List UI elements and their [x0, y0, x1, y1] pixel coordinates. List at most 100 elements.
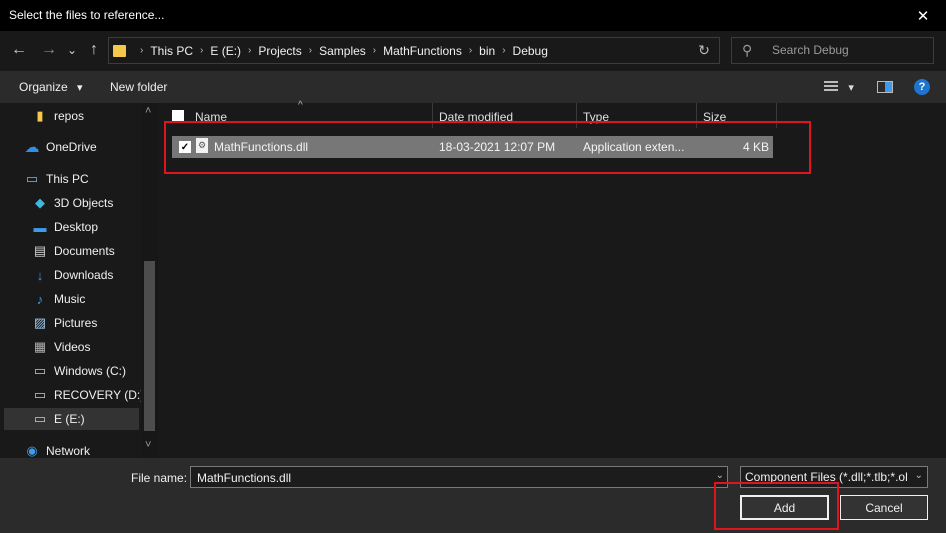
title-bar: Select the files to reference... ✕	[0, 0, 946, 31]
sidebar-item-label: repos	[54, 109, 85, 123]
sidebar-item-documents[interactable]: ▤ Documents	[32, 240, 115, 262]
breadcrumb-separator: ›	[502, 45, 506, 56]
sidebar-item-e-drive[interactable]: ▭ E (E:)	[4, 408, 139, 430]
folder-icon: ▮	[36, 108, 44, 123]
drive-icon: ▭	[33, 363, 47, 378]
sidebar-item-this-pc[interactable]: ▭ This PC	[24, 168, 89, 190]
breadcrumb-separator: ›	[248, 45, 252, 56]
breadcrumb-debug[interactable]: Debug	[510, 44, 551, 58]
close-button[interactable]: ✕	[900, 0, 946, 31]
sidebar-item-label: Documents	[54, 244, 115, 258]
scroll-down-icon[interactable]: ˅	[145, 439, 151, 451]
sidebar-item-label: Videos	[54, 340, 91, 354]
sidebar-item-3d-objects[interactable]: ◆ 3D Objects	[32, 192, 113, 214]
address-bar[interactable]: › This PC › E (E:) › Projects › Samples …	[108, 37, 720, 64]
download-icon: ↓	[36, 267, 44, 283]
organize-button[interactable]: Organize ▾	[19, 80, 83, 94]
highlight-box-file	[164, 121, 811, 174]
sidebar-item-pictures[interactable]: ▨ Pictures	[32, 312, 98, 334]
preview-pane-button[interactable]	[877, 81, 893, 93]
sidebar-item-music[interactable]: ♪ Music	[32, 288, 86, 310]
close-icon: ✕	[916, 7, 930, 25]
breadcrumb-separator: ›	[140, 45, 144, 56]
sidebar-item-windows-c[interactable]: ▭ Windows (C:)	[32, 360, 126, 382]
desktop-icon: ▬	[33, 219, 47, 235]
breadcrumb-mathfunctions[interactable]: MathFunctions	[380, 44, 465, 58]
folder-icon	[113, 44, 126, 57]
file-name-combobox[interactable]: ⌄	[190, 466, 728, 488]
chevron-down-icon: ▾	[77, 82, 83, 94]
breadcrumb-separator: ›	[308, 45, 313, 56]
sidebar-item-label: Music	[54, 292, 86, 306]
cancel-button[interactable]: Cancel	[840, 495, 928, 520]
sidebar-item-label: Network	[46, 444, 91, 458]
toolbar: Organize ▾ New folder ▾ ?	[0, 71, 946, 103]
back-arrow-icon: ←	[11, 41, 27, 58]
breadcrumb: › This PC › E (E:) › Projects › Samples …	[113, 38, 551, 63]
sidebar-item-label: RECOVERY (D:)	[54, 388, 145, 402]
drive-icon: ▭	[33, 387, 47, 402]
sidebar-item-label: This PC	[46, 172, 89, 186]
document-icon: ▤	[33, 243, 47, 258]
search-icon: ⚲	[742, 42, 753, 58]
forward-button[interactable]: →	[39, 40, 59, 60]
sidebar-item-label: Windows (C:)	[54, 364, 127, 378]
file-name-input[interactable]	[195, 470, 699, 486]
cube-icon: ◆	[35, 195, 45, 210]
video-icon: ▦	[33, 339, 47, 354]
chevron-down-icon: ⌄	[914, 470, 923, 481]
breadcrumb-separator: ›	[200, 45, 204, 56]
search-input[interactable]	[770, 42, 929, 58]
highlight-box-add	[714, 482, 839, 530]
navigation-pane: ▮ repos ☁ OneDrive ▭ This PC ◆ 3D Objects ▬ D…	[0, 103, 158, 458]
back-button[interactable]: ←	[9, 40, 29, 60]
computer-icon: ▭	[25, 171, 39, 186]
search-box[interactable]: ⚲	[731, 37, 934, 64]
help-button[interactable]: ?	[914, 79, 930, 95]
details-view-icon	[824, 81, 838, 93]
sidebar-scrollbar[interactable]: ˄ ˅	[141, 103, 158, 458]
sidebar-item-label: E (E:)	[54, 412, 85, 426]
chevron-down-icon[interactable]: ⌄	[716, 470, 724, 481]
help-icon: ?	[918, 81, 926, 93]
breadcrumb-samples[interactable]: Samples	[316, 44, 369, 58]
sidebar-item-label: Desktop	[54, 220, 99, 234]
file-name-label: File name:	[131, 471, 188, 485]
sidebar-item-recovery-d[interactable]: ▭ RECOVERY (D:)	[32, 384, 144, 406]
pictures-icon: ▨	[33, 315, 47, 330]
sidebar-item-network[interactable]: ◉ Network	[24, 440, 90, 458]
sidebar-item-label: Downloads	[54, 268, 114, 282]
navigation-bar: ← → ⌄ ↑ › This PC › E (E:) › Projects › …	[0, 31, 946, 71]
preview-pane-icon	[885, 82, 892, 92]
chevron-down-icon: ⌄	[66, 43, 78, 57]
breadcrumb-separator: ›	[468, 45, 473, 56]
music-icon: ♪	[36, 291, 44, 307]
recent-locations-button[interactable]: ⌄	[64, 40, 80, 60]
sidebar-item-label: 3D Objects	[54, 196, 114, 210]
breadcrumb-separator: ›	[372, 45, 377, 56]
breadcrumb-e-drive[interactable]: E (E:)	[207, 44, 244, 58]
refresh-button[interactable]: ↻	[695, 41, 713, 59]
new-folder-button[interactable]: New folder	[110, 80, 167, 94]
up-button[interactable]: ↑	[84, 40, 104, 60]
cloud-icon: ☁	[24, 139, 40, 156]
network-icon: ◉	[26, 443, 38, 458]
drive-icon: ▭	[33, 411, 47, 426]
sidebar-item-downloads[interactable]: ↓ Downloads	[32, 264, 114, 286]
breadcrumb-projects[interactable]: Projects	[255, 44, 304, 58]
scroll-up-icon[interactable]: ˄	[145, 105, 151, 117]
breadcrumb-bin[interactable]: bin	[476, 44, 498, 58]
sidebar-item-label: OneDrive	[46, 140, 97, 154]
refresh-icon: ↻	[698, 41, 710, 58]
sidebar-item-videos[interactable]: ▦ Videos	[32, 336, 91, 358]
breadcrumb-this-pc[interactable]: This PC	[147, 44, 196, 58]
sort-ascending-icon: ^	[298, 100, 303, 111]
scroll-thumb[interactable]	[144, 261, 155, 431]
chevron-down-icon: ▾	[848, 82, 854, 94]
sidebar-item-repos[interactable]: ▮ repos	[32, 105, 84, 127]
sidebar-item-desktop[interactable]: ▬ Desktop	[32, 216, 99, 238]
view-options-button[interactable]: ▾	[824, 81, 854, 96]
forward-arrow-icon: →	[41, 41, 57, 58]
sidebar-item-label: Pictures	[54, 316, 98, 330]
sidebar-item-onedrive[interactable]: ☁ OneDrive	[24, 136, 97, 158]
